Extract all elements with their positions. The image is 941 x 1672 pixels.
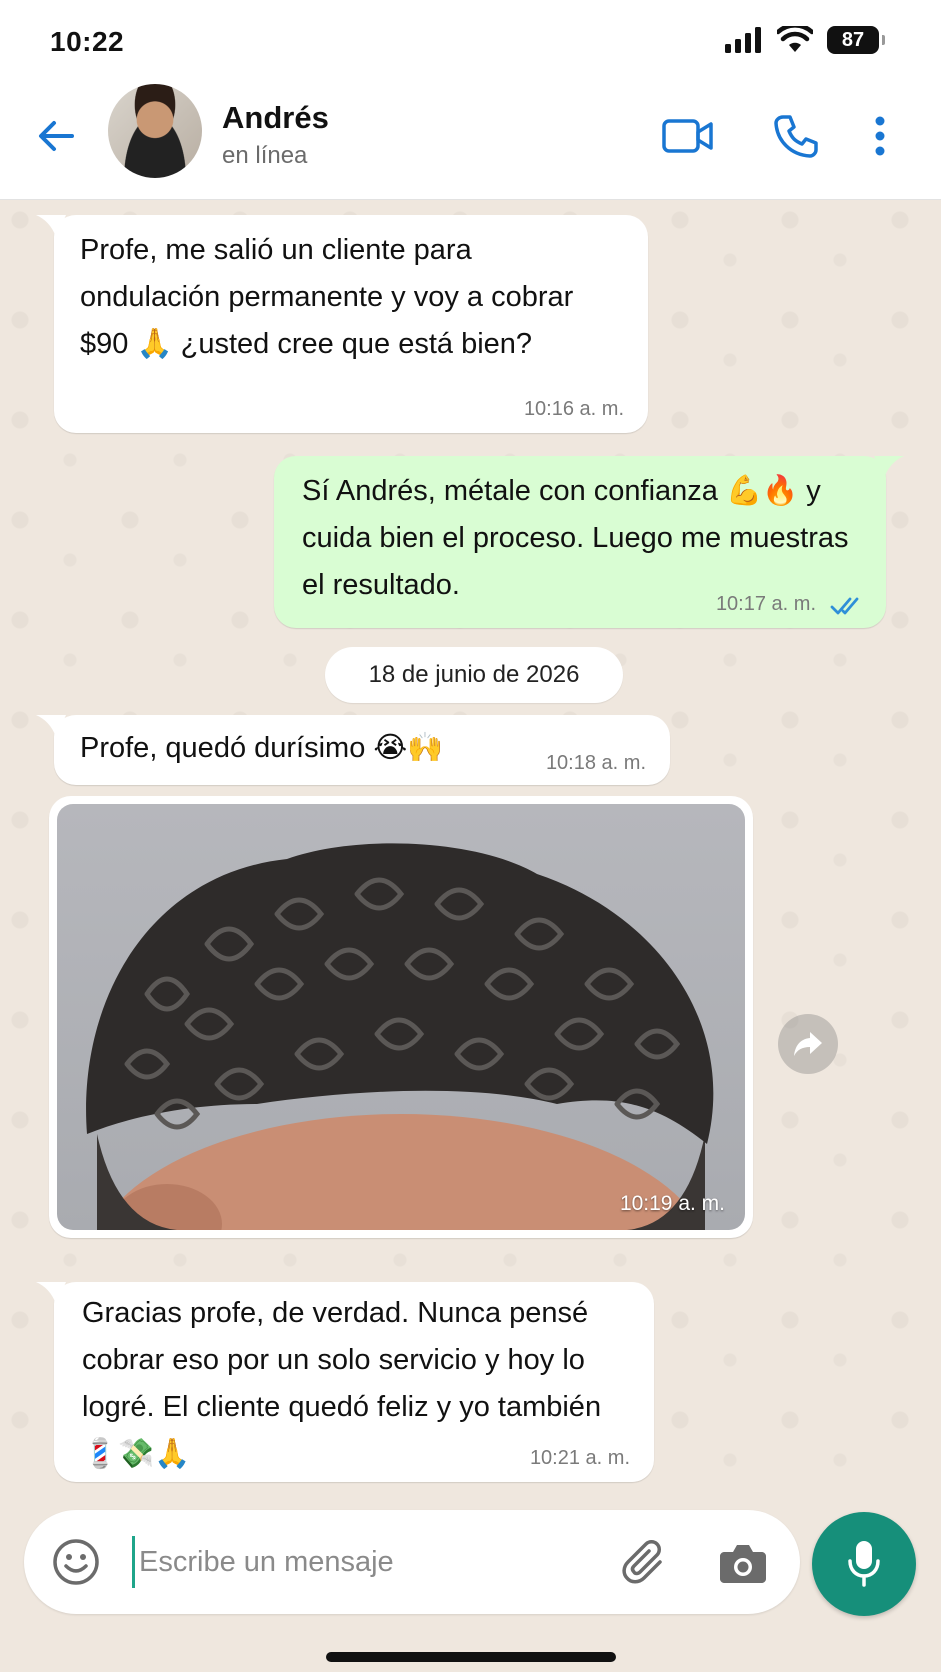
message-time: 10:21 a. m. (529, 1447, 630, 1469)
home-indicator (326, 1652, 616, 1662)
message-text: Sí Andrés, métale con confianza 💪🔥 y cui… (302, 475, 849, 601)
message-time: 10:18 a. m. (545, 752, 646, 774)
avatar[interactable] (108, 84, 202, 178)
forward-button[interactable] (778, 1014, 838, 1074)
bubble-tail (36, 1282, 66, 1304)
message-bubble[interactable]: Gracias profe, de verdad. Nunca pensé co… (36, 1282, 654, 1482)
chat-header: Andrés en línea (0, 80, 941, 200)
status-time: 10:22 (50, 26, 125, 57)
paperclip-icon[interactable] (620, 1538, 672, 1590)
message-composer (24, 1510, 800, 1614)
bubble-tail (874, 456, 904, 478)
bubble-tail (36, 215, 66, 237)
video-camera-icon (662, 119, 713, 153)
voice-message-button[interactable] (812, 1512, 916, 1616)
image-time: 10:19 a. m. (619, 1192, 725, 1215)
read-receipt-icon (830, 597, 859, 615)
signal-icon (725, 27, 761, 53)
forward-arrow-icon (794, 1032, 822, 1056)
date-separator: 18 de junio de 2026 (325, 647, 623, 703)
message-bubble[interactable]: Sí Andrés, métale con confianza 💪🔥 y cui… (274, 456, 904, 628)
battery-icon: 87 (827, 26, 885, 54)
image-message[interactable]: 10:19 a. m. (49, 796, 753, 1238)
photo-curly-hair[interactable]: 10:19 a. m. (57, 804, 745, 1230)
battery-level: 87 (841, 28, 865, 51)
message-text: Profe, me salió un cliente para ondulaci… (80, 234, 574, 360)
chat-area[interactable]: Profe, me salió un cliente para ondulaci… (0, 200, 941, 1500)
microphone-icon (848, 1541, 880, 1587)
camera-icon[interactable] (718, 1540, 768, 1586)
message-time: 10:16 a. m. (523, 398, 624, 420)
message-bubble[interactable]: Profe, quedó durísimo 😭🙌 10:18 a. m. (36, 715, 670, 785)
video-call-button[interactable] (660, 110, 716, 162)
voice-call-button[interactable] (768, 110, 824, 162)
status-icons: 87 (725, 26, 885, 54)
contact-status: en línea (222, 142, 308, 169)
kebab-menu-icon (875, 116, 885, 156)
message-bubble[interactable]: Profe, me salió un cliente para ondulaci… (36, 215, 648, 433)
phone-icon (774, 115, 818, 158)
status-bar: 10:22 87 (0, 0, 941, 80)
message-time: 10:17 a. m. (715, 593, 816, 615)
more-options-button[interactable] (860, 110, 900, 162)
wifi-icon (777, 26, 813, 52)
emoji-icon[interactable] (52, 1538, 100, 1586)
back-arrow-icon[interactable] (34, 114, 78, 158)
contact-name[interactable]: Andrés (222, 100, 329, 136)
message-input[interactable] (132, 1536, 602, 1588)
bubble-tail (36, 715, 66, 737)
curly-hair-image (86, 843, 714, 1230)
